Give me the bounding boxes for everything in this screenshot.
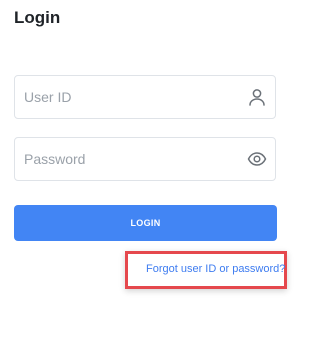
password-input[interactable] — [15, 138, 244, 180]
password-field[interactable] — [14, 137, 276, 181]
forgot-link-highlight: Forgot user ID or password? — [125, 251, 287, 289]
user-icon — [247, 87, 267, 107]
user-id-field[interactable] — [14, 75, 276, 119]
eye-icon[interactable] — [247, 149, 267, 169]
login-page: Login LOGIN Forgot user ID or password? — [0, 0, 300, 338]
forgot-credentials-link[interactable]: Forgot user ID or password? — [146, 263, 285, 275]
page-title: Login — [14, 8, 61, 27]
login-button[interactable]: LOGIN — [14, 205, 277, 241]
user-id-input[interactable] — [15, 76, 244, 118]
